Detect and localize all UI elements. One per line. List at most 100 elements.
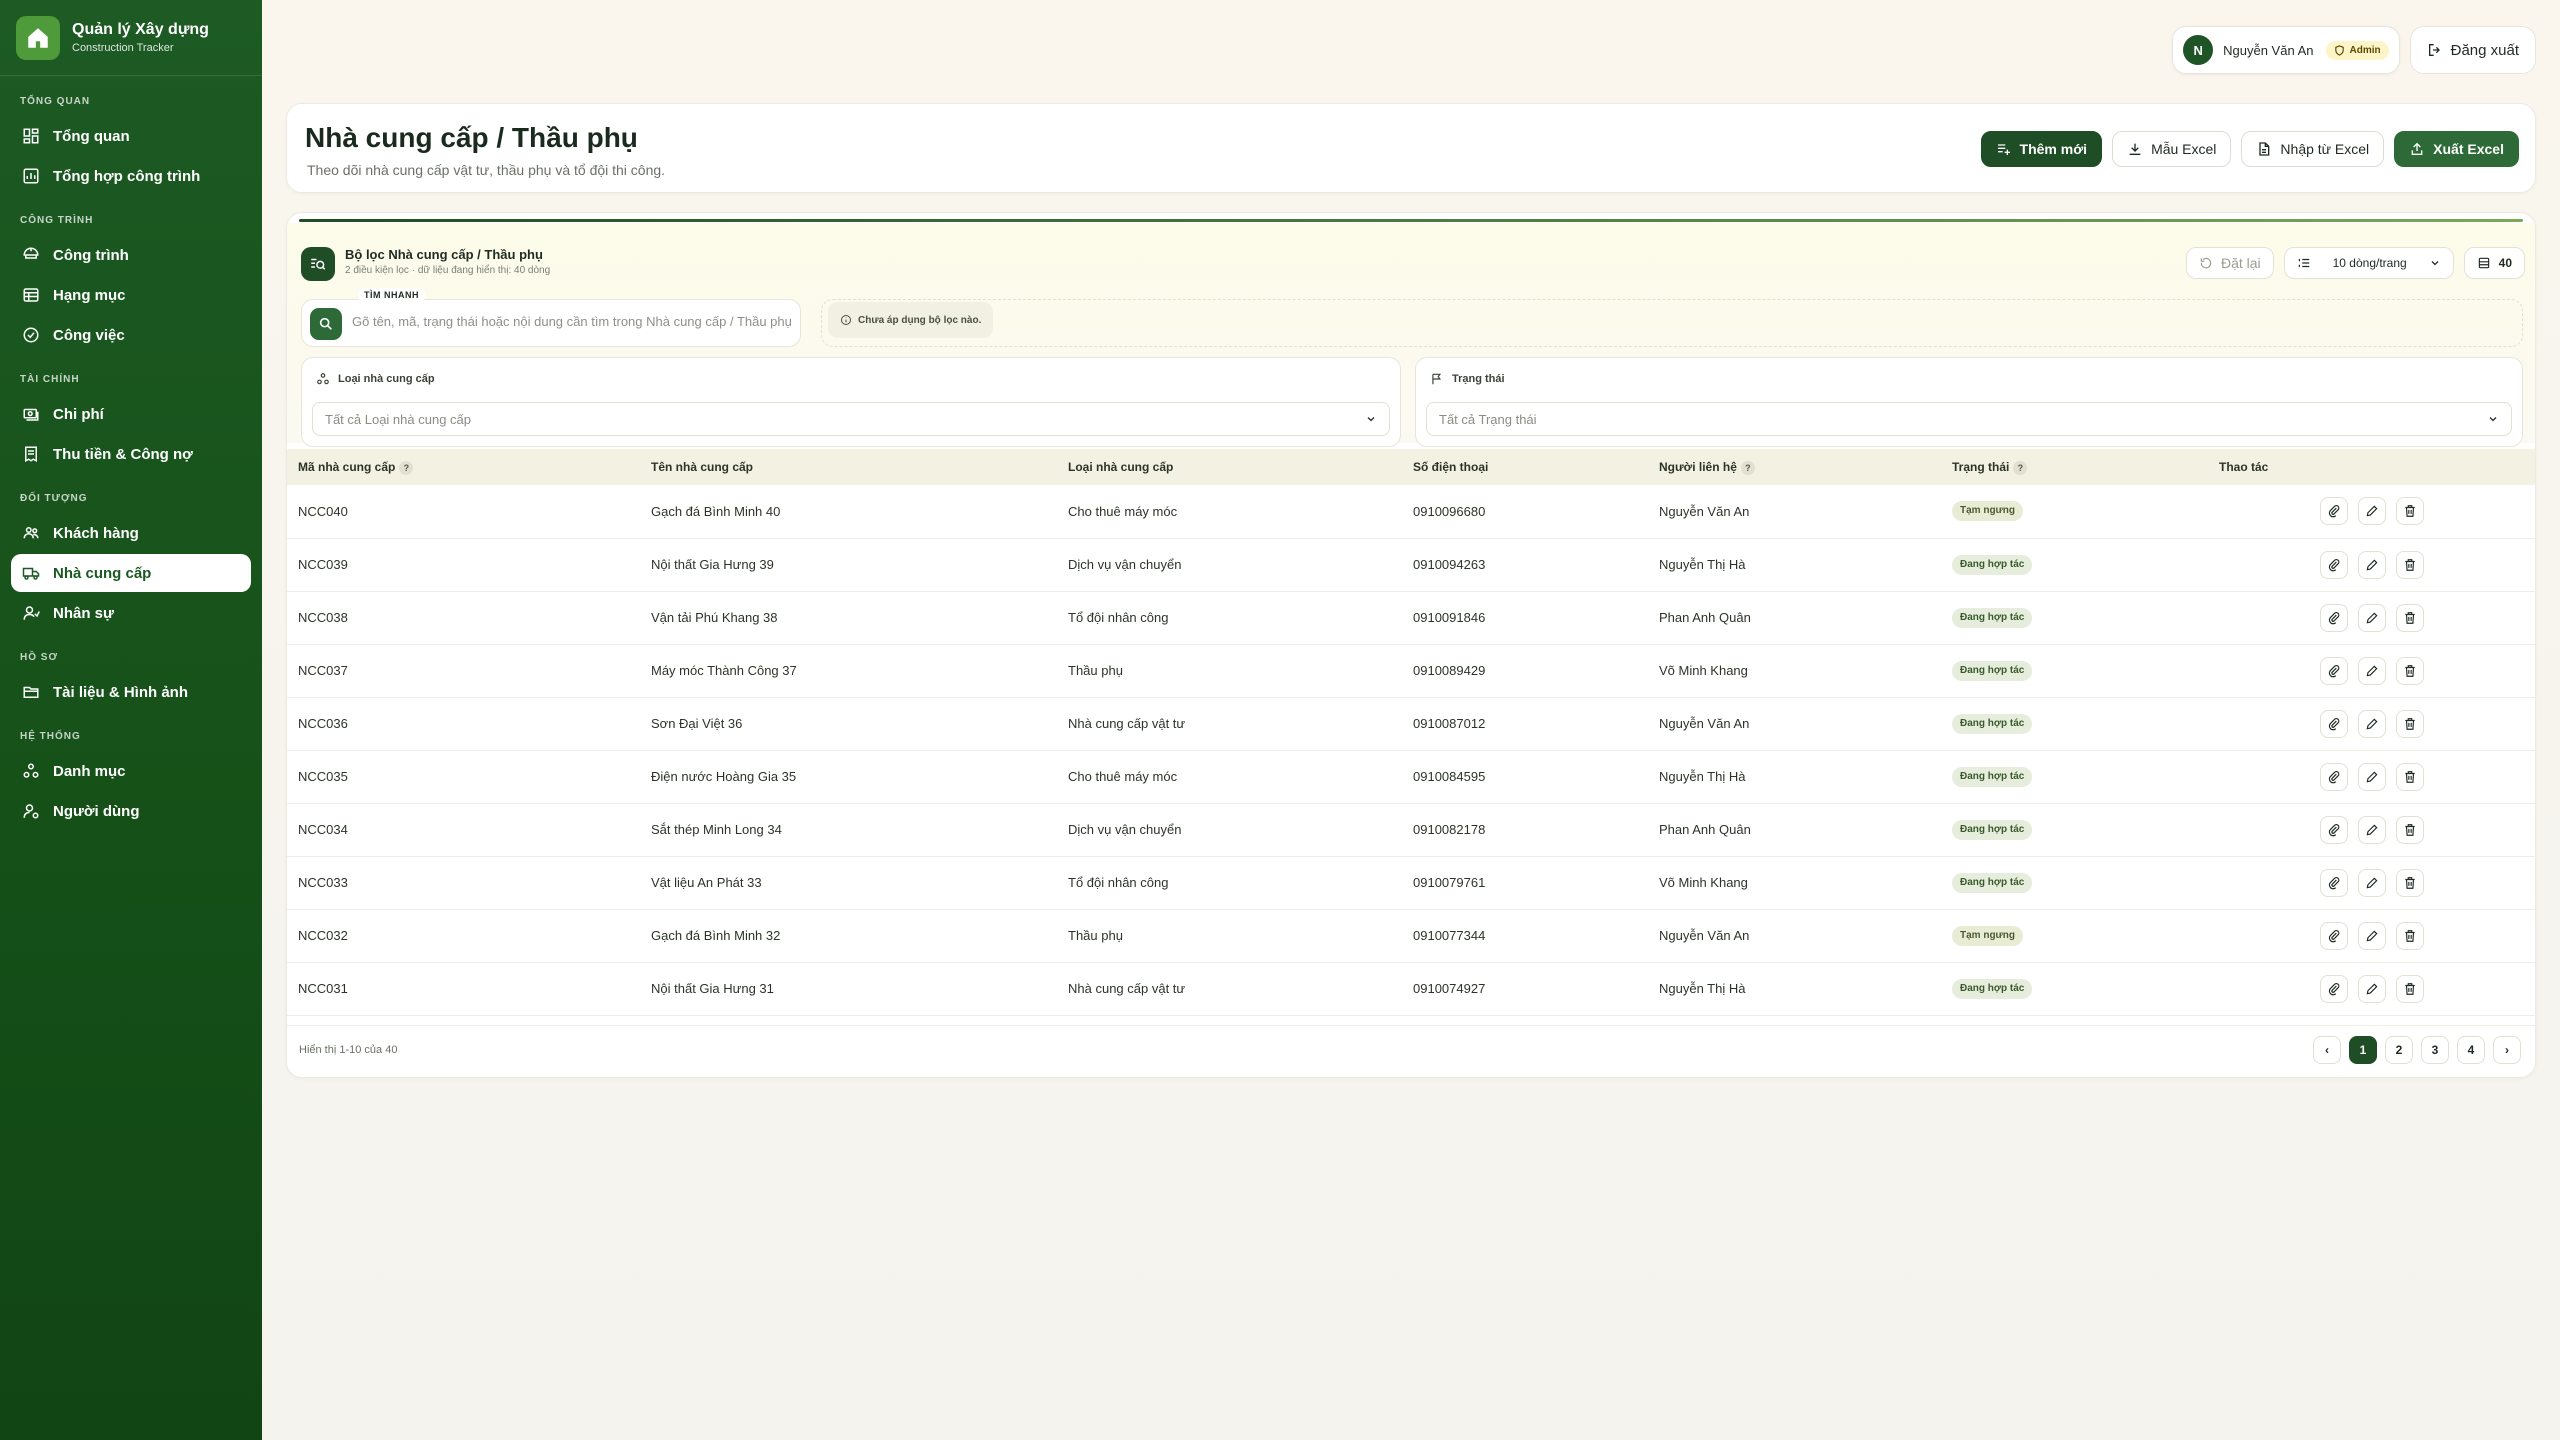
search-input[interactable] — [352, 314, 792, 329]
next-page-button[interactable]: › — [2493, 1036, 2521, 1064]
attach-button[interactable] — [2319, 815, 2348, 844]
import-button[interactable]: Nhập từ Excel — [2241, 131, 2385, 167]
supplier-type-select[interactable]: Tất cả Loại nhà cung cấp — [312, 402, 1390, 436]
column-header[interactable]: Tên nhà cung cấp — [640, 449, 1057, 485]
table-row[interactable]: NCC035 Điện nước Hoàng Gia 35 Cho thuê máy… — [287, 750, 2535, 803]
table-row[interactable]: NCC036 Sơn Đại Việt 36 Nhà cung cấp vật tư… — [287, 697, 2535, 750]
delete-button[interactable] — [2395, 762, 2424, 791]
table-row[interactable]: NCC032 Gạch đá Bình Minh 32 Thầu phụ 091007… — [287, 909, 2535, 962]
delete-button[interactable] — [2395, 815, 2424, 844]
cell-contact: Nguyễn Văn An — [1659, 503, 1750, 519]
edit-button[interactable] — [2357, 868, 2386, 897]
edit-button[interactable] — [2357, 815, 2386, 844]
total-count: 40 — [2463, 247, 2525, 279]
template-button[interactable]: Mẫu Excel — [2112, 131, 2232, 167]
delete-button[interactable] — [2395, 868, 2424, 897]
status-filter: Trạng thái Tất cả Trạng thái — [1415, 357, 2523, 447]
sidebar-item-folder[interactable]: Tài liệu & Hình ảnh — [11, 673, 251, 711]
delete-button[interactable] — [2395, 603, 2424, 632]
attach-button[interactable] — [2319, 762, 2348, 791]
edit-icon — [2365, 664, 2379, 678]
sidebar-item-dashboard[interactable]: Tổng quan — [11, 117, 251, 155]
edit-button[interactable] — [2357, 709, 2386, 738]
help-icon[interactable]: ? — [399, 460, 414, 475]
attach-button[interactable] — [2319, 868, 2348, 897]
sidebar-item-list[interactable]: Hạng mục — [11, 276, 251, 314]
sidebar-item-label: Nhân sự — [53, 604, 114, 622]
edit-button[interactable] — [2357, 497, 2386, 526]
table-row[interactable]: NCC037 Máy móc Thành Công 37 Thầu phụ 09100… — [287, 644, 2535, 697]
cell-type: Tổ đội nhân công — [1068, 610, 1169, 625]
edit-button[interactable] — [2357, 974, 2386, 1003]
cell-contact: Võ Minh Khang — [1659, 875, 1748, 890]
sidebar-item-users[interactable]: Khách hàng — [11, 514, 251, 552]
attach-button[interactable] — [2319, 656, 2348, 685]
page-button[interactable]: 2 — [2385, 1036, 2413, 1064]
column-header[interactable]: Người liên hệ? — [1648, 449, 1941, 485]
table-row[interactable]: NCC039 Nội thất Gia Hưng 39 Dịch vụ vận ch… — [287, 538, 2535, 591]
table-row[interactable]: NCC034 Sắt thép Minh Long 34 Dịch vụ vận c… — [287, 803, 2535, 856]
table-row[interactable]: NCC040 Gạch đá Bình Minh 40 Cho thuê máy m… — [287, 485, 2535, 538]
table-row[interactable]: NCC033 Vật liệu An Phát 33 Tổ đội nhân côn… — [287, 856, 2535, 909]
cell-type: Thầu phụ — [1068, 928, 1123, 943]
page-button[interactable]: 1 — [2349, 1036, 2377, 1064]
status-select[interactable]: Tất cả Trạng thái — [1426, 402, 2512, 436]
user-menu[interactable]: N Nguyễn Văn An Admin — [2172, 26, 2400, 74]
edit-button[interactable] — [2357, 603, 2386, 632]
export-button[interactable]: Xuất Excel — [2394, 131, 2519, 167]
attach-button[interactable] — [2319, 974, 2348, 1003]
delete-button[interactable] — [2395, 921, 2424, 950]
help-icon[interactable]: ? — [2013, 460, 2028, 475]
attach-button[interactable] — [2319, 550, 2348, 579]
sidebar-item-user-settings[interactable]: Người dùng — [11, 792, 251, 830]
attach-button[interactable] — [2319, 603, 2348, 632]
help-icon[interactable]: ? — [1740, 460, 1755, 475]
sidebar-item-money[interactable]: Chi phí — [11, 395, 251, 433]
page-size-select[interactable]: 10 dòng/trang — [2283, 247, 2454, 279]
quick-search: TÌM NHANH — [301, 288, 801, 347]
column-header[interactable]: Số điện thoại — [1402, 449, 1648, 485]
brand[interactable]: Quản lý Xây dựng Construction Tracker — [0, 0, 262, 76]
table-row[interactable]: NCC038 Vận tải Phú Khang 38 Tổ đội nhân cô… — [287, 591, 2535, 644]
sidebar-item-truck[interactable]: Nhà cung cấp — [11, 554, 251, 592]
delete-button[interactable] — [2395, 709, 2424, 738]
attach-button[interactable] — [2319, 709, 2348, 738]
delete-button[interactable] — [2395, 656, 2424, 685]
table-row[interactable]: NCC031 Nội thất Gia Hưng 31 Nhà cung cấp v… — [287, 962, 2535, 1015]
page-button[interactable]: 4 — [2457, 1036, 2485, 1064]
sidebar-item-category[interactable]: Danh mục — [11, 752, 251, 790]
prev-page-button[interactable]: ‹ — [2313, 1036, 2341, 1064]
column-header[interactable]: Thao tác — [2208, 449, 2535, 485]
attach-icon — [2327, 504, 2341, 518]
sidebar-item-task[interactable]: Công việc — [11, 316, 251, 354]
search-icon[interactable] — [310, 308, 342, 340]
receipt-icon — [21, 444, 41, 464]
edit-button[interactable] — [2357, 762, 2386, 791]
logout-label: Đăng xuất — [2450, 41, 2519, 59]
edit-button[interactable] — [2357, 656, 2386, 685]
page-button[interactable]: 3 — [2421, 1036, 2449, 1064]
delete-button[interactable] — [2395, 497, 2424, 526]
column-header[interactable]: Mã nhà cung cấp? — [287, 449, 640, 485]
sidebar-nav: TỔNG QUAN Tổng quan Tổng hợp công trình CÔN… — [0, 96, 262, 830]
edit-icon — [2365, 770, 2379, 784]
sidebar-item-project[interactable]: Công trình — [11, 236, 251, 274]
money-icon — [21, 404, 41, 424]
column-header[interactable]: Loại nhà cung cấp — [1057, 449, 1402, 485]
add-button[interactable]: Thêm mới — [1980, 131, 2103, 167]
logout-button[interactable]: Đăng xuất — [2409, 26, 2536, 74]
delete-button[interactable] — [2395, 974, 2424, 1003]
sidebar-item-receipt[interactable]: Thu tiền & Công nợ — [11, 435, 251, 473]
page-title: Nhà cung cấp / Thầu phụ — [305, 122, 638, 153]
row-actions — [2219, 497, 2524, 526]
edit-button[interactable] — [2357, 921, 2386, 950]
sidebar-item-summary[interactable]: Tổng hợp công trình — [11, 157, 251, 195]
attach-button[interactable] — [2319, 921, 2348, 950]
reset-button[interactable]: Đặt lại — [2185, 247, 2274, 279]
attach-button[interactable] — [2319, 497, 2348, 526]
column-header[interactable]: Trạng thái? — [1941, 449, 2208, 485]
edit-button[interactable] — [2357, 550, 2386, 579]
status-badge: Đang hợp tác — [1952, 607, 2033, 628]
delete-button[interactable] — [2395, 550, 2424, 579]
sidebar-item-staff[interactable]: Nhân sự — [11, 594, 251, 632]
